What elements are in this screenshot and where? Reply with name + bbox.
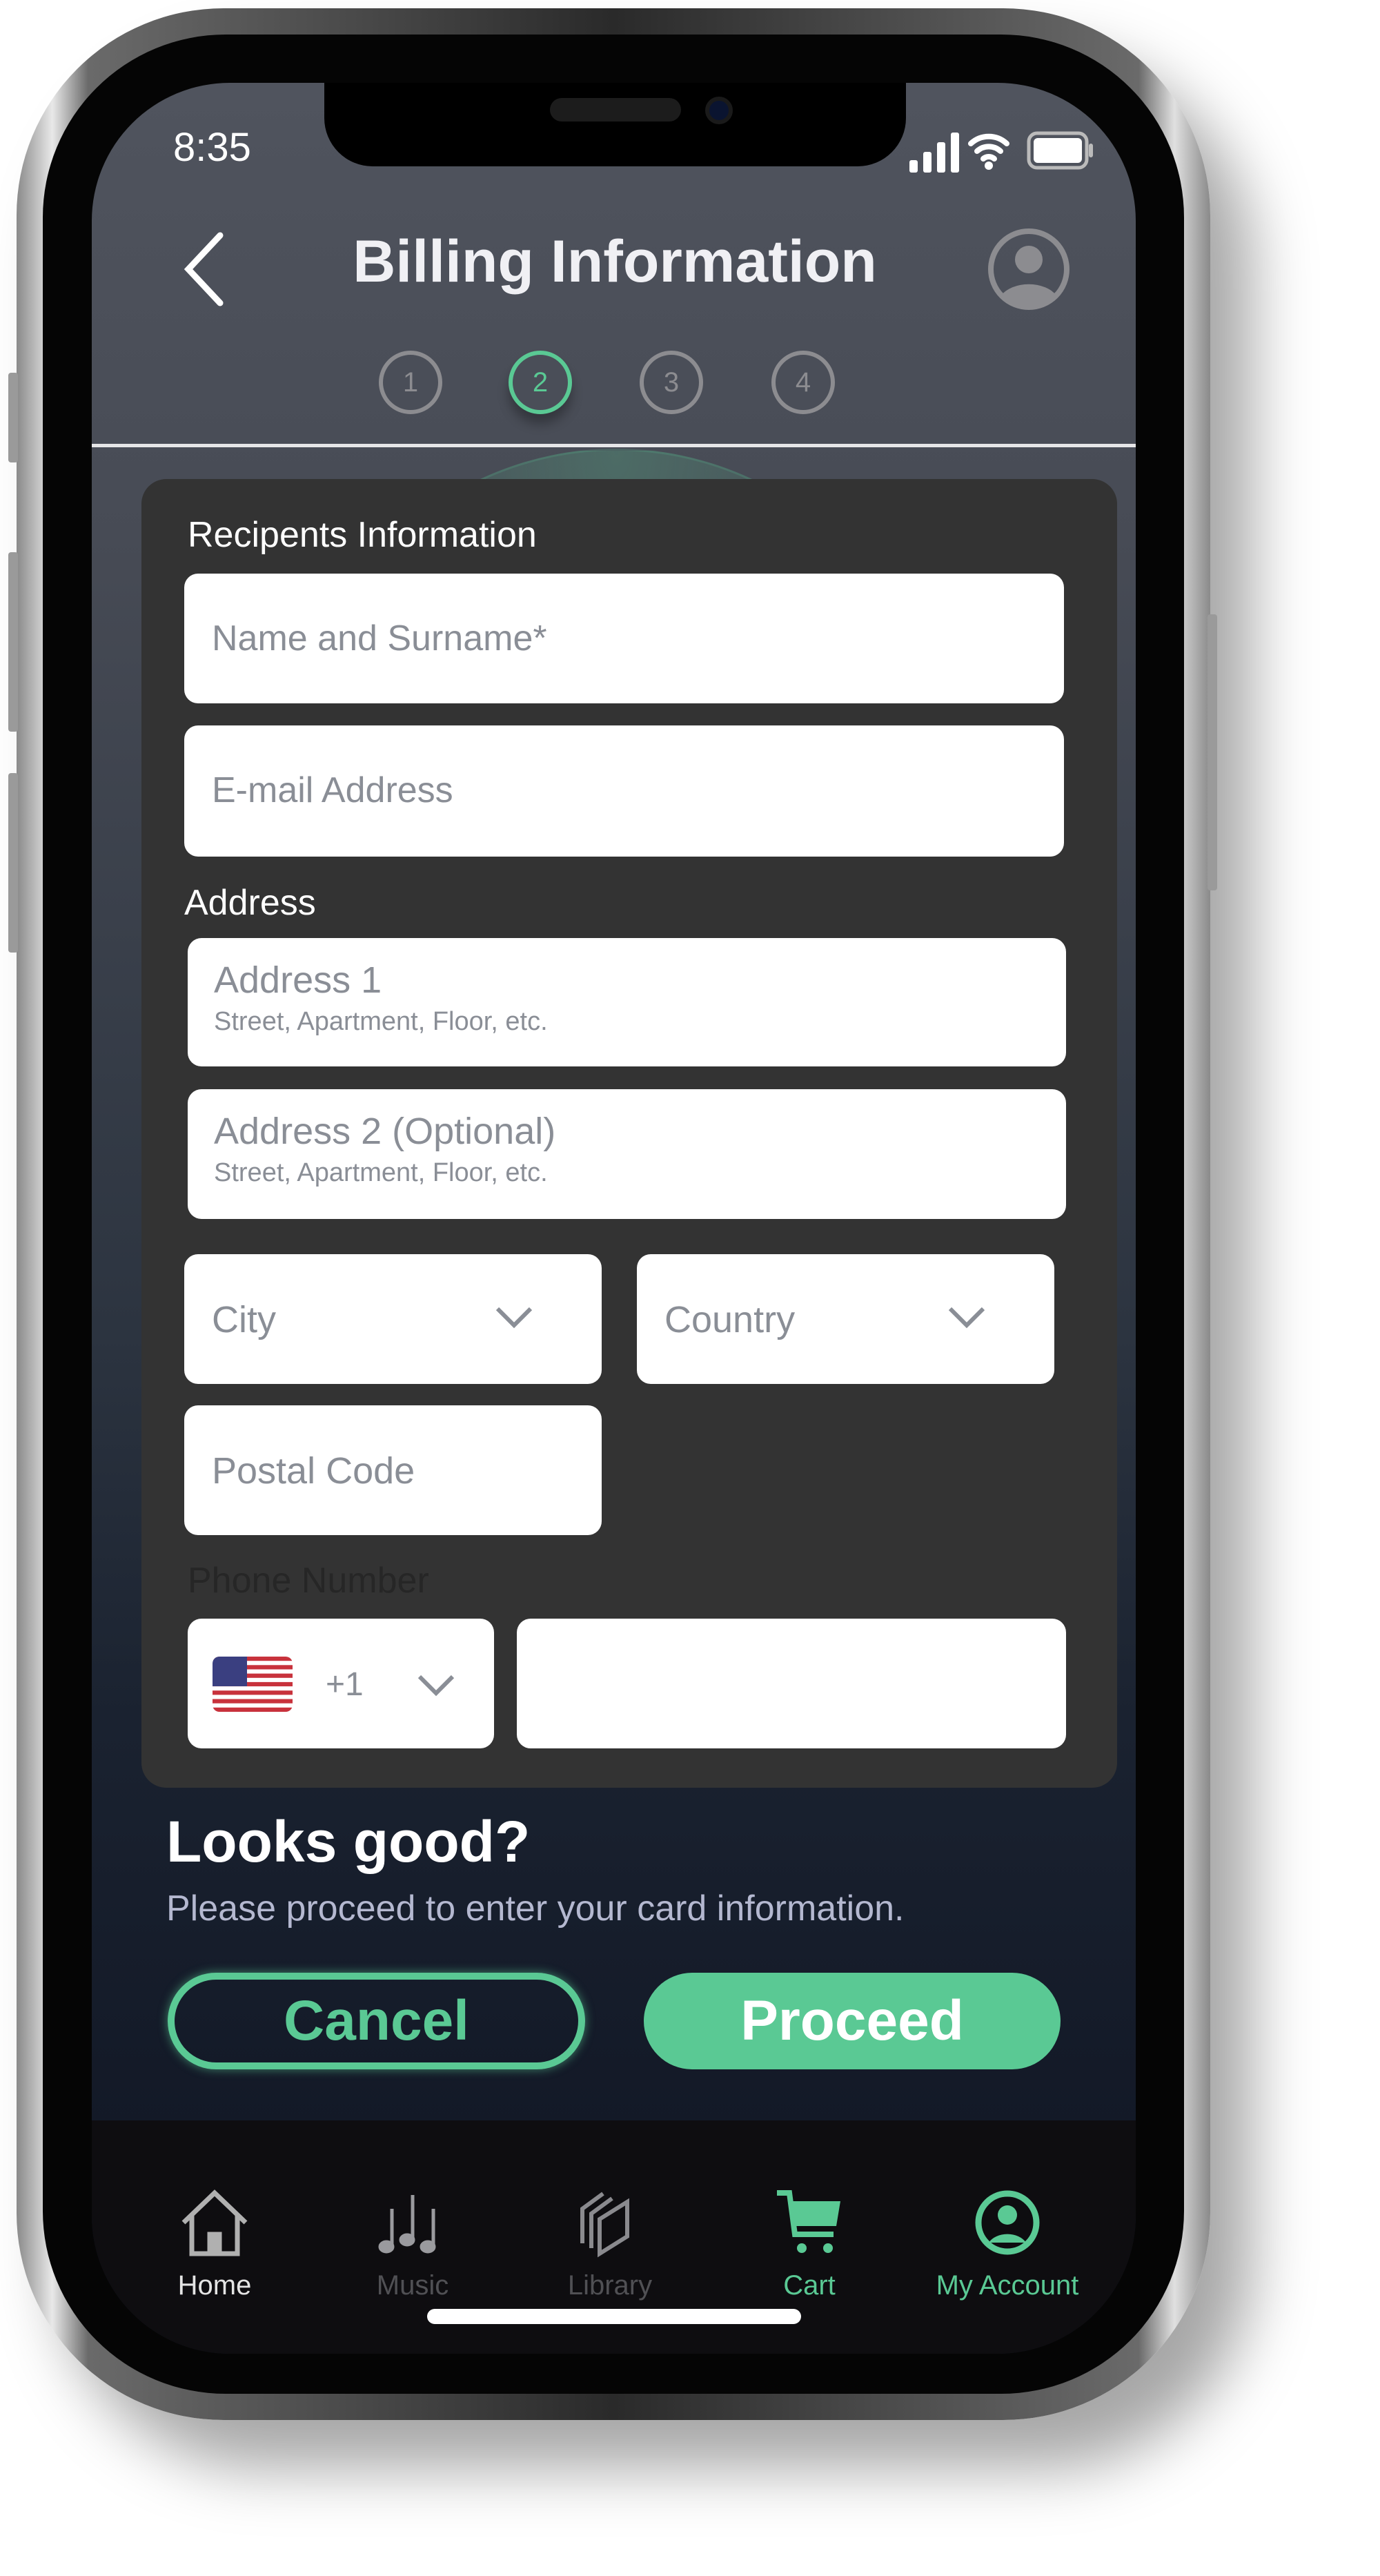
battery-icon [1027, 131, 1093, 170]
tab-label: Cart [783, 2270, 836, 2301]
library-icon [580, 2192, 629, 2258]
email-field[interactable]: E-mail Address [184, 725, 1064, 857]
tab-cart[interactable]: Cart [720, 2185, 899, 2301]
postal-code-field[interactable]: Postal Code [184, 1405, 602, 1535]
power-button [1208, 614, 1217, 890]
tab-label: Music [376, 2270, 449, 2301]
proceed-button[interactable]: Proceed [644, 1973, 1061, 2069]
country-dropdown[interactable]: Country [637, 1254, 1054, 1384]
tab-library[interactable]: Library [520, 2185, 700, 2301]
home-icon [181, 2189, 248, 2256]
phone-section-label: Phone Number [188, 1561, 429, 1601]
address2-field[interactable]: Address 2 (Optional) Street, Apartment, F… [188, 1089, 1066, 1219]
camera-icon [705, 97, 733, 124]
speaker-grille [550, 98, 681, 121]
city-placeholder: City [212, 1299, 276, 1340]
address1-field[interactable]: Address 1 Street, Apartment, Floor, etc. [188, 938, 1066, 1066]
confirm-subtitle: Please proceed to enter your card inform… [166, 1889, 905, 1929]
address1-hint: Street, Apartment, Floor, etc. [214, 1007, 548, 1036]
step-3: 3 [640, 351, 703, 414]
profile-avatar-icon[interactable] [986, 226, 1072, 312]
tab-music[interactable]: Music [323, 2185, 502, 2301]
postal-placeholder: Postal Code [212, 1450, 415, 1492]
country-code-value: +1 [326, 1666, 364, 1703]
cancel-button[interactable]: Cancel [168, 1973, 585, 2069]
chevron-down-icon [495, 1307, 533, 1329]
volume-down-button [8, 773, 18, 953]
mute-switch [8, 373, 18, 462]
address1-label: Address 1 [214, 959, 382, 1001]
step-4: 4 [771, 351, 835, 414]
tab-label: Library [567, 2270, 653, 2301]
status-time: 8:35 [173, 125, 251, 170]
name-placeholder: Name and Surname* [212, 618, 547, 658]
tab-my-account[interactable]: My Account [918, 2185, 1097, 2301]
recipient-section-label: Recipents Information [188, 515, 537, 555]
address2-hint: Street, Apartment, Floor, etc. [214, 1158, 548, 1187]
header-divider [92, 444, 1136, 447]
phone-number-input[interactable] [517, 1619, 1066, 1748]
city-dropdown[interactable]: City [184, 1254, 602, 1384]
tab-label: Home [177, 2270, 252, 2301]
confirm-title: Looks good? [166, 1809, 531, 1874]
step-1: 1 [379, 351, 442, 414]
notch [324, 83, 906, 166]
wifi-icon [968, 133, 1009, 170]
chevron-down-icon [417, 1675, 455, 1697]
tab-home[interactable]: Home [125, 2185, 304, 2301]
account-icon [975, 2190, 1040, 2255]
music-notes-icon [378, 2195, 436, 2254]
us-flag-icon [213, 1657, 293, 1712]
email-placeholder: E-mail Address [212, 770, 453, 810]
cart-icon [777, 2190, 840, 2253]
address-section-label: Address [184, 883, 316, 923]
signal-icon [909, 133, 959, 173]
country-placeholder: Country [664, 1299, 796, 1340]
chevron-down-icon [948, 1307, 985, 1329]
home-indicator[interactable] [427, 2309, 801, 2324]
app-screen: 8:35 Billing Information 1 2 3 4 Recipen… [92, 83, 1136, 2354]
country-code-dropdown[interactable]: +1 [188, 1619, 494, 1748]
volume-up-button [8, 552, 18, 732]
tab-label: My Account [936, 2270, 1079, 2301]
address2-label: Address 2 (Optional) [214, 1111, 556, 1152]
page-title: Billing Information [353, 228, 877, 295]
step-2-active: 2 [509, 351, 572, 414]
name-field[interactable]: Name and Surname* [184, 574, 1064, 703]
